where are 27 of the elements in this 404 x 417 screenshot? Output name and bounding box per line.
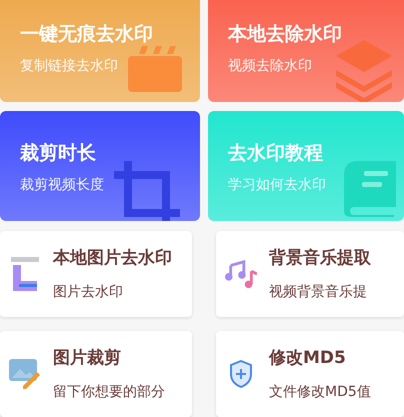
- card-subtitle: 视频去除水印: [228, 57, 312, 75]
- tool-card[interactable]: 本地图片去水印 图片去水印: [0, 231, 192, 317]
- tool-card[interactable]: 图片裁剪 留下你想要的部分: [0, 331, 192, 417]
- music-notes-icon: [225, 259, 257, 289]
- tool-subtitle: 视频背景音乐提: [269, 283, 367, 301]
- tool-title: 本地图片去水印: [53, 247, 172, 269]
- tool-subtitle: 图片去水印: [53, 283, 123, 301]
- card-subtitle: 学习如何去水印: [228, 176, 326, 194]
- card-title: 去水印教程: [228, 141, 323, 165]
- tool-card[interactable]: 修改MD5 文件修改MD5值: [216, 331, 404, 417]
- image-edit-icon: [9, 359, 41, 389]
- card-title: 裁剪时长: [20, 141, 96, 165]
- tool-title: 修改MD5: [269, 347, 346, 369]
- card-subtitle: 裁剪视频长度: [20, 176, 104, 194]
- shield-icon: [229, 360, 253, 388]
- tool-title: 图片裁剪: [53, 347, 121, 369]
- crop-icon: [114, 161, 180, 221]
- card-title: 本地去除水印: [228, 22, 342, 46]
- card-title: 一键无痕去水印: [20, 22, 153, 46]
- card-subtitle: 复制链接去水印: [20, 57, 118, 75]
- tool-card[interactable]: 背景音乐提取 视频背景音乐提: [216, 231, 404, 317]
- book-icon: [344, 161, 396, 217]
- tool-title: 背景音乐提取: [269, 247, 371, 269]
- feature-card[interactable]: 裁剪时长 裁剪视频长度: [0, 111, 200, 221]
- clapper-icon: [128, 46, 184, 92]
- tool-subtitle: 文件修改MD5值: [269, 383, 371, 401]
- tool-subtitle: 留下你想要的部分: [53, 383, 165, 401]
